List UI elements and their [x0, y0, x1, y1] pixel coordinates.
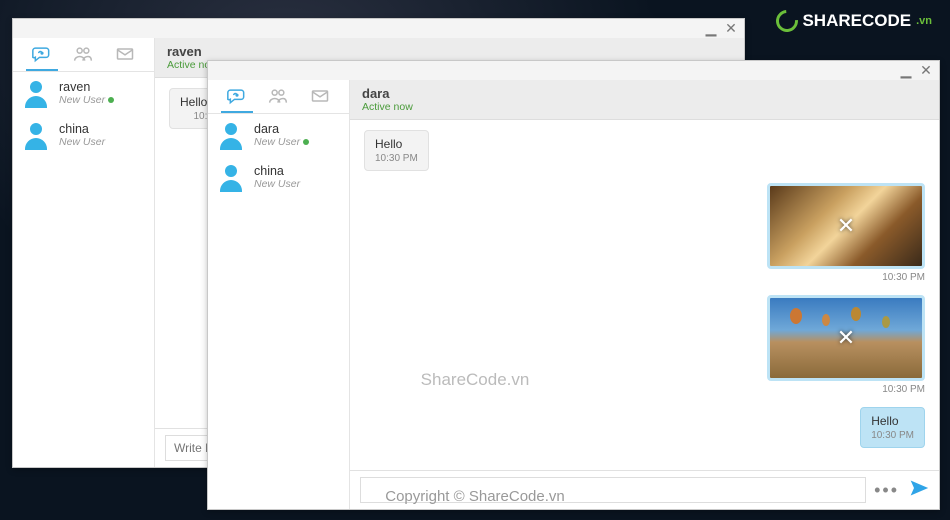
contact-china[interactable]: china New User — [208, 156, 349, 198]
message-time: 10:30 PM — [871, 430, 914, 441]
tab-chats[interactable] — [26, 39, 58, 71]
logo-spinner-icon — [772, 6, 803, 37]
tab-chats[interactable] — [221, 81, 253, 113]
sidebar-tabs — [208, 80, 349, 114]
presence-dot — [303, 139, 309, 145]
titlebar[interactable]: ▁ ✕ — [13, 19, 744, 38]
sidebar: raven New User china New User — [13, 38, 155, 467]
chat-title: raven — [167, 44, 732, 59]
message-time: 10:30 PM — [375, 153, 418, 164]
sidebar-tabs — [13, 38, 154, 72]
minimize-icon[interactable]: ▁ — [704, 22, 718, 35]
avatar — [216, 162, 246, 192]
logo-tld: .vn — [916, 15, 932, 27]
logo-text: SHARECODE — [802, 11, 911, 31]
sharecode-logo: SHARECODE .vn — [776, 10, 932, 32]
contact-raven[interactable]: raven New User — [13, 72, 154, 114]
contact-sub: New User — [59, 136, 105, 148]
contact-name: raven — [59, 80, 114, 94]
contact-name: dara — [254, 122, 309, 136]
chat-title: dara — [362, 86, 927, 101]
tab-mail[interactable] — [304, 81, 336, 113]
message-out-image[interactable]: ✕ 10:30 PM — [767, 295, 925, 395]
message-time: 10:30 PM — [767, 384, 925, 395]
message-text: Hello — [871, 414, 914, 428]
close-icon[interactable]: ✕ — [919, 64, 933, 77]
contact-sub: New User — [59, 94, 114, 106]
tab-contacts[interactable] — [67, 39, 99, 71]
message-text: Hello — [375, 137, 418, 151]
contact-name: china — [59, 122, 105, 136]
message-in[interactable]: Hello 10:30 PM — [364, 130, 429, 171]
chat-panel: dara Active now Hello 10:30 PM ✕ 10:30 P… — [350, 80, 939, 509]
message-text: Hello — [180, 95, 207, 109]
close-icon[interactable]: ✕ — [724, 22, 738, 35]
titlebar[interactable]: ▁ ✕ — [208, 61, 939, 80]
message-time: 10:30 PM — [767, 272, 925, 283]
contact-name: china — [254, 164, 300, 178]
image-remove-icon[interactable]: ✕ — [837, 325, 855, 351]
contact-sub: New User — [254, 136, 309, 148]
image-attachment[interactable]: ✕ — [767, 183, 925, 269]
tab-mail[interactable] — [109, 39, 141, 71]
minimize-icon[interactable]: ▁ — [899, 64, 913, 77]
avatar — [216, 120, 246, 150]
sidebar: dara New User china New User — [208, 80, 350, 509]
compose-input[interactable] — [360, 477, 866, 503]
chat-header: dara Active now — [350, 80, 939, 120]
image-remove-icon[interactable]: ✕ — [837, 213, 855, 239]
avatar — [21, 120, 51, 150]
presence-dot — [108, 97, 114, 103]
message-time: 10: — [180, 111, 207, 122]
message-out-image[interactable]: ✕ 10:30 PM — [767, 183, 925, 283]
tab-contacts[interactable] — [262, 81, 294, 113]
contact-list: dara New User china New User — [208, 114, 349, 509]
contact-dara[interactable]: dara New User — [208, 114, 349, 156]
avatar — [21, 78, 51, 108]
chat-status: Active now — [362, 101, 927, 113]
message-list[interactable]: Hello 10:30 PM ✕ 10:30 PM ✕ 10:30 PM Hel… — [350, 120, 939, 470]
send-icon[interactable] — [909, 478, 929, 503]
contact-china[interactable]: china New User — [13, 114, 154, 156]
message-out[interactable]: Hello 10:30 PM — [860, 407, 925, 448]
contact-sub: New User — [254, 178, 300, 190]
chat-window-dara[interactable]: ▁ ✕ dara New User c — [207, 60, 940, 510]
compose-row: ••• — [350, 470, 939, 509]
contact-list: raven New User china New User — [13, 72, 154, 467]
image-attachment[interactable]: ✕ — [767, 295, 925, 381]
more-icon[interactable]: ••• — [874, 480, 899, 501]
